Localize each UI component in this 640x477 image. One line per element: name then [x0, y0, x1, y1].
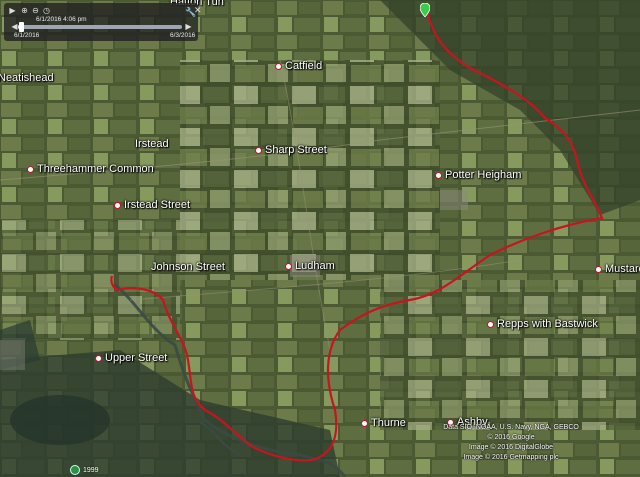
- place-label-irstead-street[interactable]: Irstead Street: [114, 199, 190, 211]
- place-label-text: Potter Heigham: [445, 169, 522, 181]
- place-pin-icon: [255, 146, 262, 154]
- place-label-sharp-street[interactable]: Sharp Street: [255, 144, 327, 156]
- place-pin-icon: [595, 265, 602, 273]
- imagery-year-text: 1999: [83, 466, 99, 474]
- zoom-out-icon[interactable]: ⊖: [31, 6, 40, 15]
- satellite-map[interactable]: Hatton Tun Neatishead Catfield Irstead S…: [0, 0, 640, 477]
- time-slider-end-date: 6/3/2016: [170, 32, 196, 39]
- place-label-threehammer-common[interactable]: Threehammer Common: [27, 163, 154, 175]
- place-label-text: Irstead Street: [124, 199, 191, 211]
- zoom-in-icon[interactable]: ⊕: [20, 6, 29, 15]
- place-label-ludham[interactable]: Ludham: [285, 260, 335, 272]
- place-label-text: Neatishead: [0, 72, 54, 84]
- place-pin-icon: [487, 320, 494, 328]
- time-slider-start-date: 6/1/2016: [14, 32, 40, 39]
- place-label-mustard[interactable]: Mustard: [595, 263, 640, 275]
- place-label-catfield[interactable]: Catfield: [275, 60, 322, 72]
- place-pin-icon: [275, 62, 282, 70]
- globe-icon: [70, 465, 80, 475]
- place-label-repps-with-bastwick[interactable]: Repps with Bastwick: [487, 318, 598, 330]
- place-label-text: Johnson Street: [151, 261, 225, 273]
- time-slider-panel: ▶ ⊕ ⊖ ◷ 6/1/2016 4:06 pm 🔧 ✕ ◀ ▶ 6/1/201…: [4, 3, 202, 41]
- place-label-heatishead[interactable]: Neatishead: [0, 72, 54, 84]
- place-label-text: Ludham: [295, 260, 335, 272]
- time-slider-handle[interactable]: [19, 22, 25, 32]
- place-pin-icon: [27, 165, 34, 173]
- place-label-text: Sharp Street: [265, 144, 327, 156]
- place-label-johnson-street[interactable]: Johnson Street: [151, 261, 225, 273]
- place-pin-icon: [435, 171, 442, 179]
- step-back-icon[interactable]: ◀: [10, 22, 19, 31]
- credit-line: Data SIO, NOAA, U.S. Navy, NGA, GEBCO: [443, 424, 579, 431]
- place-pin-icon: [285, 262, 292, 270]
- play-icon[interactable]: ▶: [8, 6, 17, 15]
- place-label-text: Mustard: [605, 263, 640, 275]
- place-label-text: Repps with Bastwick: [497, 318, 598, 330]
- map-pin-icon[interactable]: [419, 2, 431, 22]
- time-slider-track[interactable]: [18, 22, 182, 32]
- place-label-text: Upper Street: [105, 352, 168, 364]
- close-icon[interactable]: ✕: [194, 5, 202, 16]
- place-label-upper-street[interactable]: Upper Street: [95, 352, 167, 364]
- place-label-text: Catfield: [285, 60, 323, 72]
- place-label-text: Irstead: [135, 138, 169, 150]
- place-pin-icon: [361, 419, 368, 427]
- time-slider-current-time: 6/1/2016 4:06 pm: [36, 16, 87, 23]
- imagery-date[interactable]: 1999: [70, 465, 99, 475]
- place-pin-icon: [95, 354, 102, 362]
- credit-line: Image © 2016 Getmapping plc: [463, 454, 559, 461]
- clock-icon[interactable]: ◷: [42, 6, 51, 15]
- place-pin-icon: [114, 201, 121, 209]
- place-label-potter-heigham[interactable]: Potter Heigham: [435, 169, 521, 181]
- step-forward-icon[interactable]: ▶: [184, 22, 193, 31]
- credit-line: Image © 2016 DigitalGlobe: [468, 444, 554, 451]
- place-label-irstead[interactable]: Irstead: [135, 138, 169, 150]
- place-label-text: Threehammer Common: [37, 163, 154, 175]
- imagery-credits: Data SIO, NOAA, U.S. Navy, NGA, GEBCO © …: [396, 423, 626, 463]
- credit-line: © 2016 Google: [487, 434, 535, 441]
